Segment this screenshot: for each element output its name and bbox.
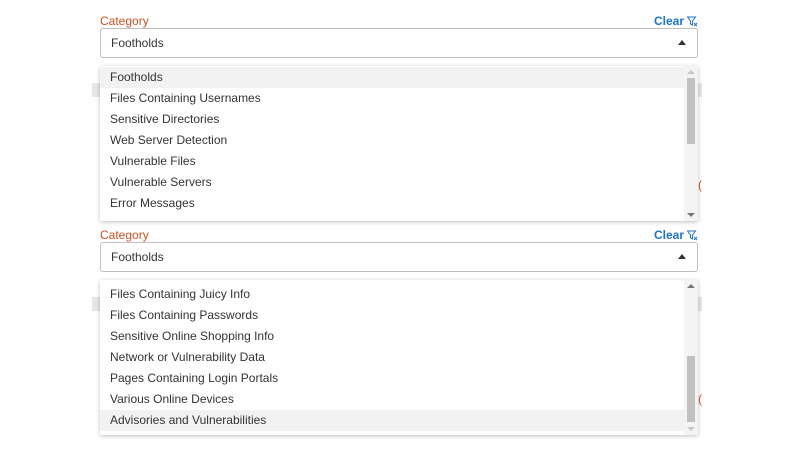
category-options-list[interactable]: Footholds Files Containing Usernames Sen… [100, 66, 698, 221]
option-vulnerable-files[interactable]: Vulnerable Files [100, 151, 684, 172]
option-files-containing-juicy-info[interactable]: Files Containing Juicy Info [100, 284, 684, 305]
background-glyph: ( [698, 392, 702, 406]
caret-up-icon [678, 254, 686, 259]
category-select-value: Footholds [111, 36, 164, 50]
option-sensitive-online-shopping-info[interactable]: Sensitive Online Shopping Info [100, 326, 684, 347]
scroll-down-icon[interactable] [687, 427, 695, 431]
caret-up-icon [678, 40, 686, 45]
clear-filter-label: Clear [653, 228, 684, 242]
category-options-list[interactable]: Files Containing Juicy Info Files Contai… [100, 280, 698, 435]
options-scrollbar[interactable] [684, 66, 698, 221]
option-files-containing-passwords[interactable]: Files Containing Passwords [100, 305, 684, 326]
options-scrollbar[interactable] [684, 280, 698, 435]
background-glyph: ( [698, 178, 702, 192]
scroll-thumb[interactable] [687, 356, 695, 422]
clear-filter-button[interactable]: Clear [654, 14, 698, 28]
option-pages-containing-login-portals[interactable]: Pages Containing Login Portals [100, 368, 684, 389]
option-files-containing-usernames[interactable]: Files Containing Usernames [100, 88, 684, 109]
option-advisories-and-vulnerabilities[interactable]: Advisories and Vulnerabilities [100, 410, 684, 431]
category-label: Category [100, 228, 149, 242]
category-select-value: Footholds [111, 250, 164, 264]
option-web-server-detection[interactable]: Web Server Detection [100, 130, 684, 151]
clear-filter-label: Clear [653, 14, 684, 28]
option-error-messages[interactable]: Error Messages [100, 193, 684, 214]
category-filter-panel: Category Clear Footholds Footholds Files… [100, 14, 698, 224]
option-sensitive-directories[interactable]: Sensitive Directories [100, 109, 684, 130]
clear-filter-button[interactable]: Clear [654, 228, 698, 242]
option-vulnerable-servers[interactable]: Vulnerable Servers [100, 172, 684, 193]
scroll-up-icon[interactable] [687, 70, 695, 74]
filter-clear-icon [687, 230, 698, 240]
scroll-down-icon[interactable] [687, 213, 695, 217]
filter-clear-icon [687, 16, 698, 26]
option-various-online-devices[interactable]: Various Online Devices [100, 389, 684, 410]
category-filter-panel: Category Clear Footholds Files Containin… [100, 228, 698, 438]
scroll-up-icon[interactable] [687, 284, 695, 288]
category-label: Category [100, 14, 149, 28]
option-footholds[interactable]: Footholds [100, 67, 684, 88]
scroll-thumb[interactable] [687, 78, 695, 144]
category-select[interactable]: Footholds [100, 28, 698, 58]
category-select[interactable]: Footholds [100, 242, 698, 272]
option-network-or-vulnerability-data[interactable]: Network or Vulnerability Data [100, 347, 684, 368]
